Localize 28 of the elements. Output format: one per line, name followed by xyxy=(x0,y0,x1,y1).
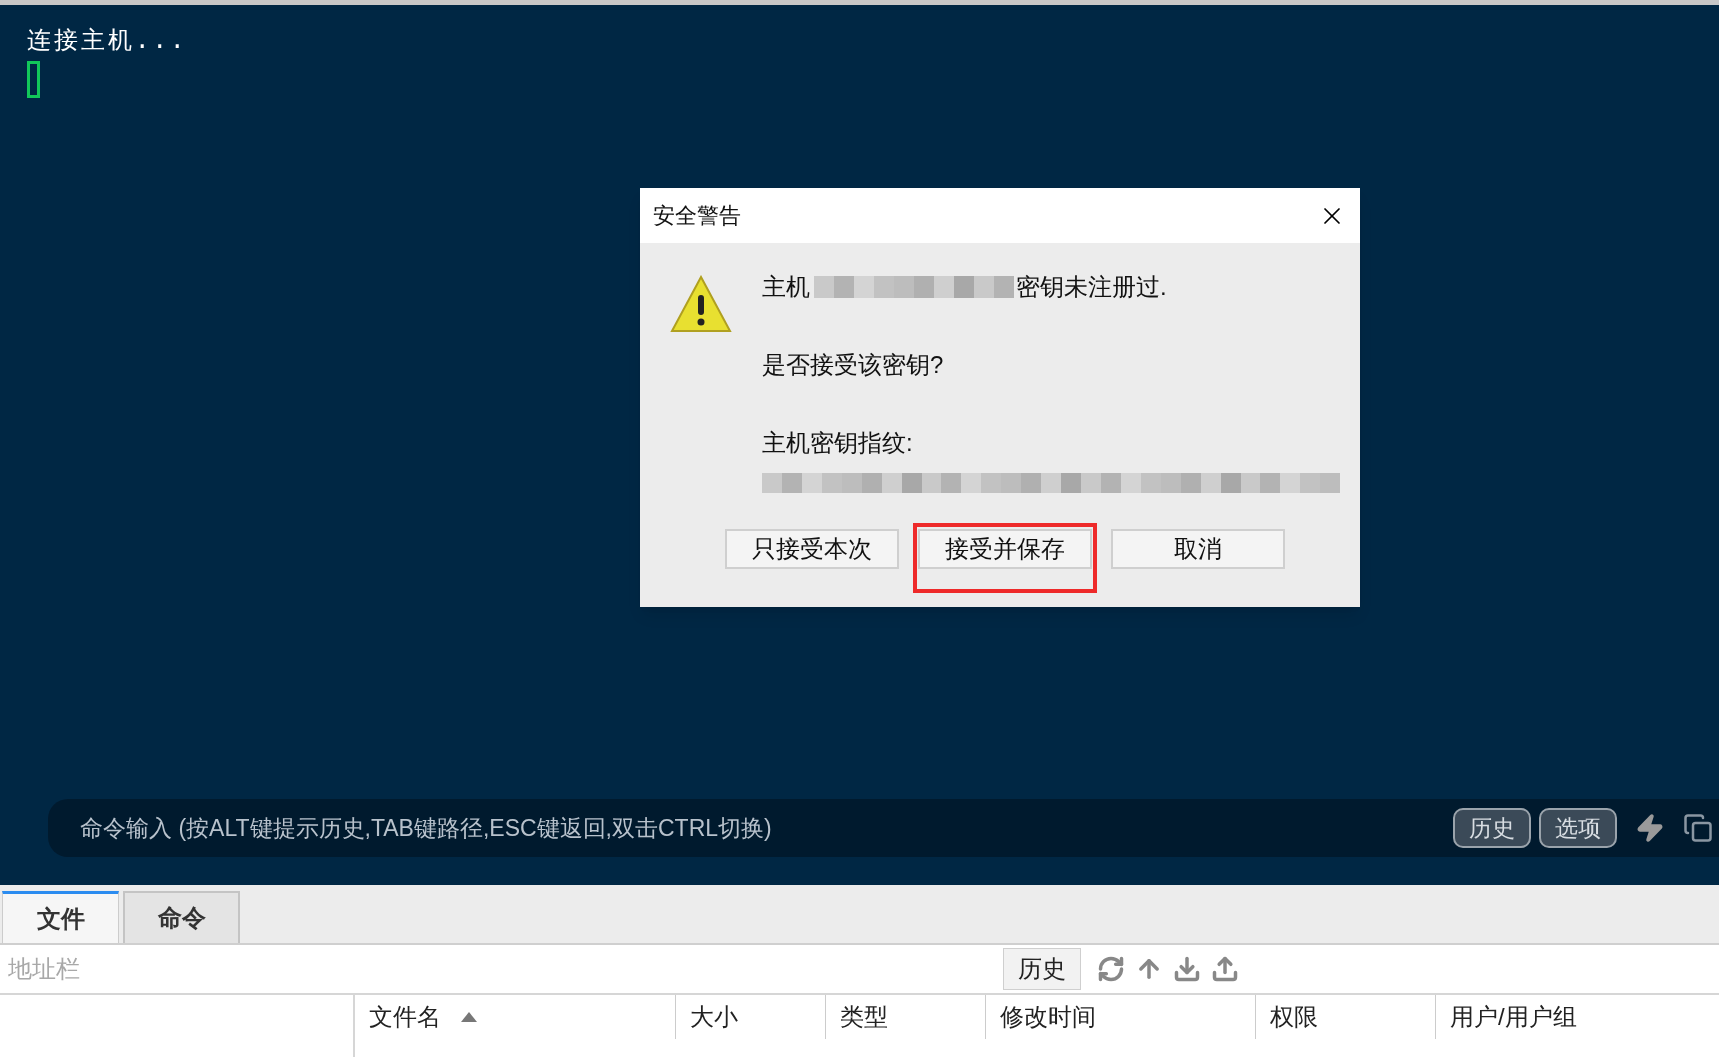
history-button[interactable]: 历史 xyxy=(1003,948,1081,990)
column-header[interactable]: 权限 xyxy=(1270,999,1318,1035)
panel-tab[interactable]: 文件 xyxy=(2,891,119,943)
lightning-icon[interactable] xyxy=(1635,813,1665,843)
message-text: 密钥未注册过. xyxy=(1016,272,1167,302)
question-text: 是否接受该密钥? xyxy=(762,350,945,380)
message-text: 主机 xyxy=(762,272,810,302)
dialog-button[interactable]: 接受并保存 xyxy=(918,529,1092,569)
fingerprint-label: 主机密钥指纹: xyxy=(762,428,914,458)
column-header[interactable]: 文件名 xyxy=(369,999,441,1035)
copy-icon[interactable] xyxy=(1683,813,1713,843)
terminal-cursor xyxy=(27,61,40,98)
terminal-line: 连接主机... xyxy=(27,25,189,55)
upload-icon[interactable] xyxy=(1211,955,1239,983)
refresh-icon[interactable] xyxy=(1097,955,1125,983)
dialog-button[interactable]: 取消 xyxy=(1111,529,1285,569)
warning-icon xyxy=(670,275,732,333)
panel-tab[interactable]: 命令 xyxy=(123,891,240,943)
column-header[interactable]: 修改时间 xyxy=(1000,999,1096,1035)
download-icon[interactable] xyxy=(1173,955,1201,983)
column-header[interactable]: 类型 xyxy=(840,999,888,1035)
command-input[interactable]: 命令输入 (按ALT键提示历史,TAB键路径,ESC键返回,双击CTRL切换) xyxy=(80,810,1445,846)
command-bar-button[interactable]: 历史 xyxy=(1453,808,1531,848)
dialog-button[interactable]: 只接受本次 xyxy=(725,529,899,569)
column-header[interactable]: 用户/用户组 xyxy=(1450,999,1577,1035)
command-bar-button[interactable]: 选项 xyxy=(1539,808,1617,848)
dialog-title: 安全警告 xyxy=(653,202,741,230)
column-header[interactable]: 大小 xyxy=(690,999,738,1035)
